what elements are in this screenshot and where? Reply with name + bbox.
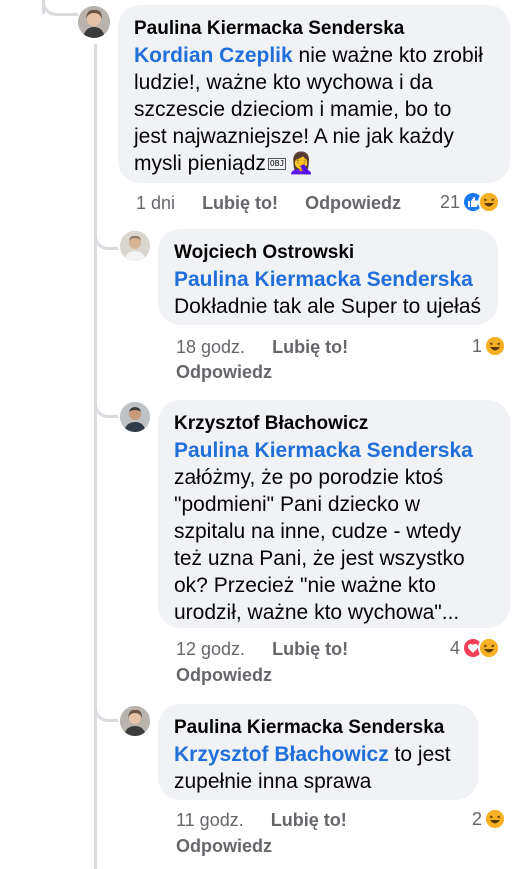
comment-author[interactable]: Wojciech Ostrowski [174,240,482,266]
comment-text: Kordian Czeplik nie ważne kto zrobił lud… [134,44,483,175]
haha-reaction-icon [478,191,501,213]
thread-branch-2 [94,210,118,250]
timestamp[interactable]: 18 godz. [176,337,245,357]
comment-bubble: Krzysztof Błachowicz Paulina Kiermacka S… [158,400,510,628]
thread-branch-4 [94,684,118,722]
reaction-count: 1 [472,335,483,356]
reaction-summary[interactable]: 2 [472,808,507,830]
comment-meta-reply: Odpowiedz [176,360,272,384]
haha-reaction-icon [478,637,501,659]
reply-button[interactable]: Odpowiedz [176,665,272,685]
comment-author[interactable]: Paulina Kiermacka Senderska [174,715,462,741]
timestamp[interactable]: 1 dni [136,193,175,213]
comment-meta-reply: Odpowiedz [176,834,272,858]
mention-link[interactable]: Kordian Czeplik [134,44,293,67]
mention-link[interactable]: Paulina Kiermacka Senderska [174,268,473,291]
comment-text: Paulina Kiermacka Senderska załóżmy, że … [174,439,473,624]
like-button[interactable]: Lubię to! [272,337,348,357]
reply-button[interactable]: Odpowiedz [305,193,401,213]
timestamp[interactable]: 12 godz. [176,639,245,659]
timestamp[interactable]: 11 godz. [176,810,244,830]
like-button[interactable]: Lubię to! [272,639,348,659]
obj-glyph: OBJ [267,158,287,171]
like-button[interactable]: Lubię to! [202,193,278,213]
comment-meta: 11 godz. Lubię to! [176,808,347,832]
comment-meta-reply: Odpowiedz [176,663,272,687]
comment-author[interactable]: Paulina Kiermacka Senderska [134,16,494,42]
thread-line-main [94,44,97,869]
comment-bubble: Paulina Kiermacka Senderska Kordian Czep… [118,5,510,183]
reply-button[interactable]: Odpowiedz [176,836,272,856]
reaction-count: 4 [450,637,461,658]
comment-meta: 18 godz. Lubię to! [176,335,348,359]
comment-author[interactable]: Krzysztof Błachowicz [174,411,494,437]
mention-link[interactable]: Paulina Kiermacka Senderska [174,439,473,462]
avatar[interactable] [120,706,150,736]
comment-meta: 12 godz. Lubię to! [176,637,348,661]
haha-reaction-icon [484,335,507,357]
reaction-summary[interactable]: 4 [450,637,501,659]
mention-link[interactable]: Krzysztof Błachowicz [174,743,389,766]
haha-reaction-icon [484,808,507,830]
facepalm-emoji: 🤦‍♀️ [288,152,315,175]
comment-meta: 1 dni Lubię to! Odpowiedz [136,191,401,215]
reaction-count: 2 [472,808,483,829]
avatar[interactable] [120,231,150,261]
thread-branch-3 [94,380,118,418]
thread-branch-top [42,0,78,16]
reaction-summary[interactable]: 21 [440,191,501,213]
comment-bubble: Paulina Kiermacka Senderska Krzysztof Bł… [158,704,478,800]
reaction-count: 21 [440,191,461,212]
avatar[interactable] [78,6,110,38]
comment-text: Paulina Kiermacka Senderska Dokładnie ta… [174,268,482,318]
comment-text: Krzysztof Błachowicz to jest zupełnie in… [174,743,451,793]
reply-button[interactable]: Odpowiedz [176,362,272,382]
avatar[interactable] [120,402,150,432]
comment-bubble: Wojciech Ostrowski Paulina Kiermacka Sen… [158,229,498,325]
reaction-summary[interactable]: 1 [472,335,507,357]
like-button[interactable]: Lubię to! [271,810,347,830]
